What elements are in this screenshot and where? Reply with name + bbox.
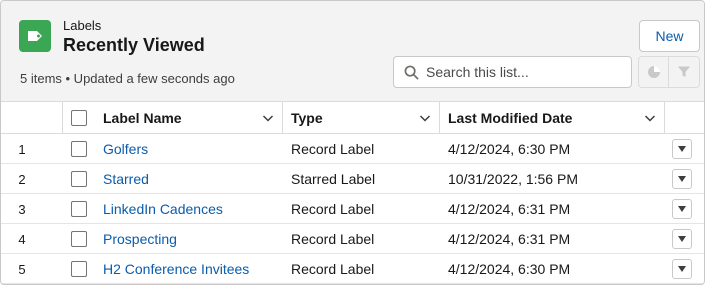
list-view-panel: Labels Recently Viewed 5 items • Updated… [0,0,705,285]
row-number: 2 [18,171,26,187]
label-name-link[interactable]: Prospecting [103,231,177,247]
label-type: Starred Label [291,171,376,187]
table-row: 4 Prospecting Record Label 4/12/2024, 6:… [1,224,704,254]
caret-down-icon [678,266,686,272]
table-row: 1 Golfers Record Label 4/12/2024, 6:30 P… [1,134,704,164]
column-header-type[interactable]: Type [283,102,440,134]
caret-down-icon [678,146,686,152]
label-tag-icon [19,20,51,52]
row-number: 4 [18,231,26,247]
row-number: 5 [18,261,26,277]
row-actions-button[interactable] [672,139,692,159]
row-actions-button[interactable] [672,229,692,249]
list-controls [638,56,700,88]
filter-icon [678,66,690,77]
pie-chart-icon [647,66,660,78]
row-checkbox[interactable] [71,231,87,247]
row-number-header [1,102,63,134]
label-name-link[interactable]: Starred [103,171,149,187]
table-row: 2 Starred Starred Label 10/31/2022, 1:56… [1,164,704,194]
list-table: Label Name Type Last Modified Date 1 Gol… [1,102,704,284]
label-type: Record Label [291,141,375,157]
table-row: 5 H2 Conference Invitees Record Label 4/… [1,254,704,284]
chevron-down-icon[interactable] [262,112,274,124]
column-header-label-name[interactable]: Label Name [95,102,283,134]
column-header-label: Type [291,110,323,126]
last-modified-date: 4/12/2024, 6:30 PM [448,141,571,157]
table-row: 3 LinkedIn Cadences Record Label 4/12/20… [1,194,704,224]
row-checkbox[interactable] [71,141,87,157]
label-type: Record Label [291,231,375,247]
row-actions-button[interactable] [672,199,692,219]
chevron-down-icon[interactable] [419,112,431,124]
search-icon [404,65,419,80]
row-actions-button[interactable] [672,259,692,279]
list-header: Labels Recently Viewed 5 items • Updated… [1,1,704,102]
label-type: Record Label [291,261,375,277]
row-number: 1 [18,141,26,157]
row-number: 3 [18,201,26,217]
column-header-label: Label Name [103,110,182,126]
list-meta-info: 5 items • Updated a few seconds ago [20,71,235,86]
select-all-header [63,102,95,134]
label-name-link[interactable]: Golfers [103,141,148,157]
column-header-label: Last Modified Date [448,110,573,126]
table-header: Label Name Type Last Modified Date [1,102,704,134]
label-name-link[interactable]: H2 Conference Invitees [103,261,249,277]
new-button[interactable]: New [639,20,700,52]
select-all-checkbox[interactable] [71,110,87,126]
caret-down-icon [678,206,686,212]
caret-down-icon [678,176,686,182]
row-checkbox[interactable] [71,261,87,277]
row-actions-button[interactable] [672,169,692,189]
search-input[interactable] [426,62,626,82]
last-modified-date: 4/12/2024, 6:31 PM [448,201,571,217]
object-label: Labels [63,18,102,33]
chevron-down-icon[interactable] [644,112,656,124]
search-box[interactable] [393,56,632,88]
charts-button[interactable] [638,56,669,88]
label-type: Record Label [291,201,375,217]
last-modified-date: 4/12/2024, 6:31 PM [448,231,571,247]
row-checkbox[interactable] [71,171,87,187]
row-checkbox[interactable] [71,201,87,217]
last-modified-date: 4/12/2024, 6:30 PM [448,261,571,277]
filter-button[interactable] [669,56,700,88]
actions-header [665,102,704,134]
last-modified-date: 10/31/2022, 1:56 PM [448,171,578,187]
list-view-title[interactable]: Recently Viewed [63,35,205,56]
label-name-link[interactable]: LinkedIn Cadences [103,201,223,217]
caret-down-icon [678,236,686,242]
column-header-last-modified-date[interactable]: Last Modified Date [440,102,665,134]
